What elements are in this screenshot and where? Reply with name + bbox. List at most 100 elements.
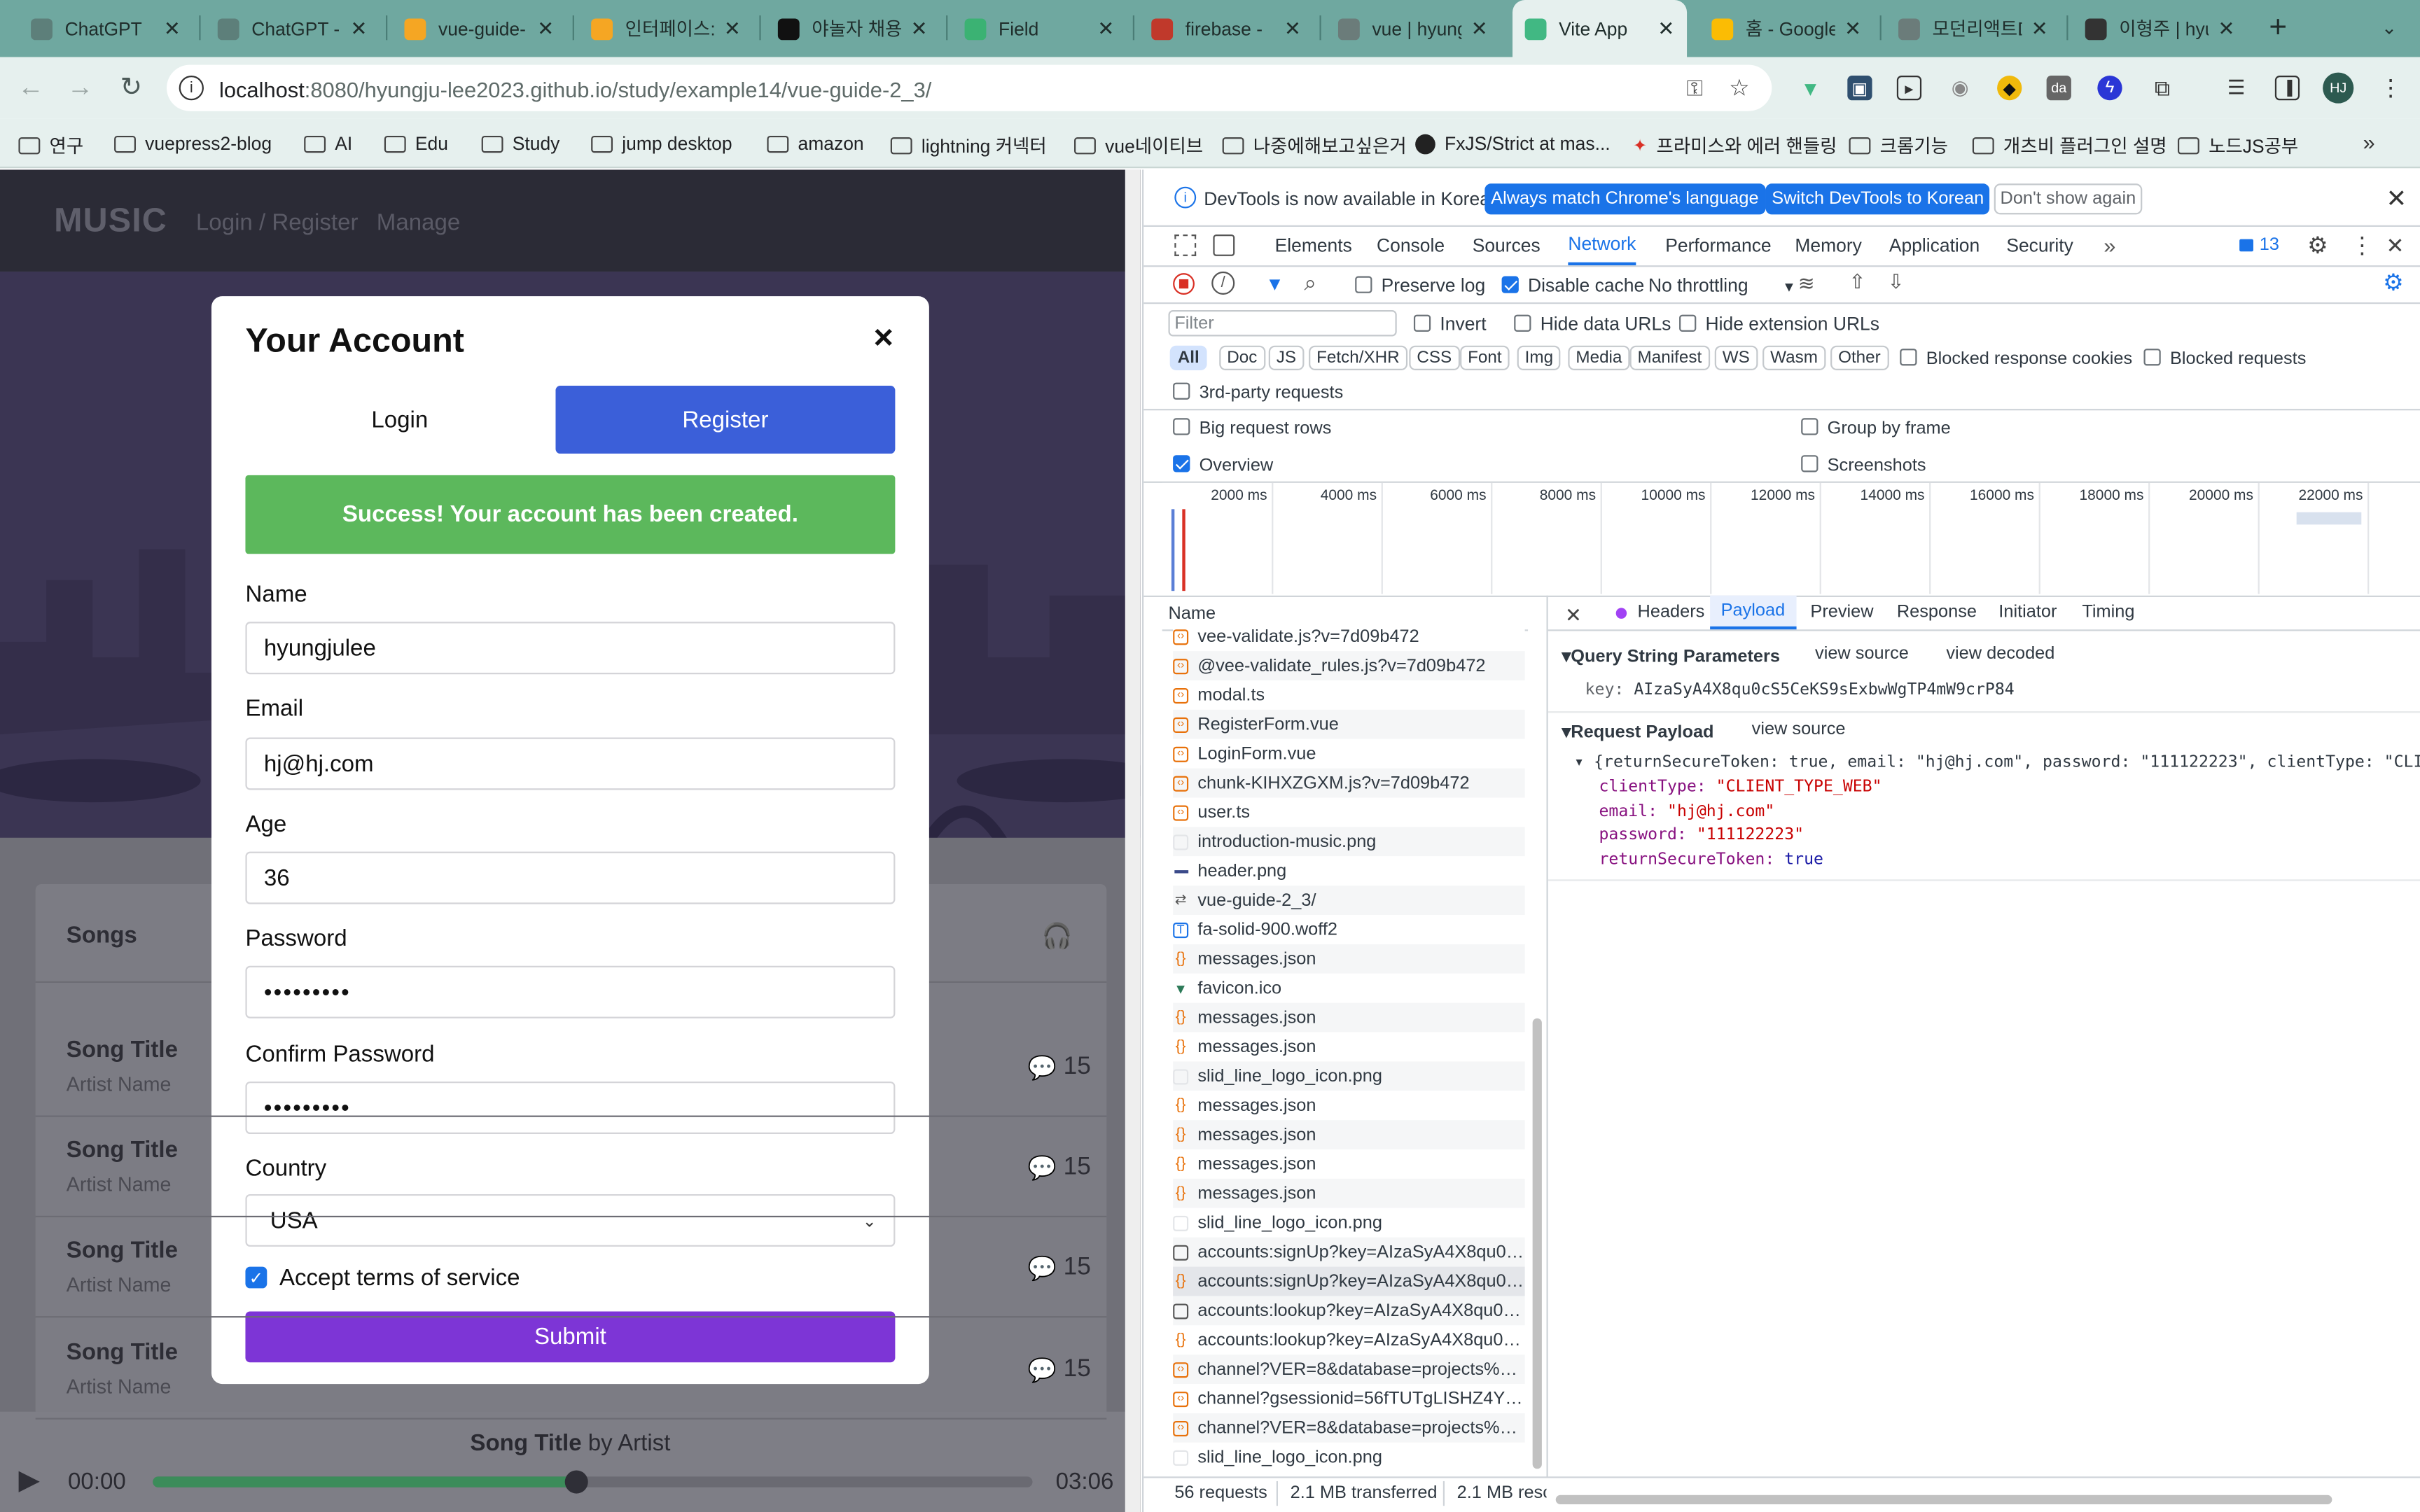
- song-item[interactable]: Song Title Artist Name 💬 15: [35, 1324, 1107, 1420]
- bookmark-item[interactable]: ✦ 프라미스와 에러 핸들링: [1633, 133, 1837, 159]
- request-row[interactable]: {} accounts:lookup?key=AIzaSyA4X8qu0cS...: [1173, 1325, 1525, 1355]
- tab-close-icon[interactable]: ✕: [1657, 16, 1674, 41]
- bookmark-item[interactable]: FxJS/Strict at mas...: [1415, 133, 1611, 154]
- side-panel-icon[interactable]: ▐: [2274, 76, 2300, 101]
- record-stop-icon[interactable]: [1173, 273, 1195, 295]
- password-key-icon[interactable]: ⚿: [1682, 75, 1706, 100]
- back-button[interactable]: ←: [13, 69, 50, 106]
- inspect-element-icon[interactable]: [1174, 234, 1197, 256]
- bookmark-item[interactable]: 노드JS공부: [2177, 133, 2298, 159]
- song-item[interactable]: Song Title Artist Name 💬 15: [35, 1222, 1107, 1318]
- browser-tab[interactable]: 인터페이스: ✕: [579, 0, 753, 57]
- request-row[interactable]: {} messages.json: [1173, 1120, 1525, 1150]
- progress-handle[interactable]: [564, 1470, 587, 1494]
- request-row[interactable]: {} messages.json: [1173, 1091, 1525, 1121]
- devtools-panel-tab[interactable]: Network: [1568, 225, 1636, 266]
- devtools-panel-tab[interactable]: Sources: [1473, 225, 1541, 265]
- request-row[interactable]: {} messages.json: [1173, 1032, 1525, 1062]
- qsp-view-source[interactable]: view source: [1815, 645, 1909, 663]
- song-title[interactable]: Song Title: [67, 1339, 178, 1365]
- bookmark-item[interactable]: 크롬기능: [1849, 133, 1948, 159]
- third-party-checkbox[interactable]: 3rd-party requests: [1173, 382, 1343, 402]
- tab-close-icon[interactable]: ✕: [1284, 16, 1301, 41]
- type-filter-css[interactable]: CSS: [1409, 345, 1460, 370]
- song-item[interactable]: Song Title Artist Name 💬 15: [35, 1121, 1107, 1218]
- detail-tab-preview[interactable]: Preview: [1800, 596, 1884, 629]
- bookmark-item[interactable]: vuepress2-blog: [114, 133, 272, 154]
- devtools-panel-tab[interactable]: Memory: [1795, 225, 1862, 265]
- devtools-panel-tab[interactable]: Application: [1889, 225, 1980, 265]
- request-row[interactable]: ‹› channel?VER=8&database=projects%2F...: [1173, 1354, 1525, 1385]
- bookmark-item[interactable]: Study: [481, 133, 559, 154]
- bookmark-item[interactable]: amazon: [767, 133, 864, 154]
- timeline-selection[interactable]: [2296, 512, 2362, 525]
- request-row[interactable]: header.png: [1173, 856, 1525, 886]
- tab-close-icon[interactable]: ✕: [2031, 16, 2048, 41]
- detail-tab-headers[interactable]: Headers: [1605, 596, 1716, 629]
- settings-gear-icon[interactable]: ⚙: [2307, 232, 2328, 259]
- devtools-panel-tab[interactable]: Elements: [1275, 225, 1352, 265]
- vue-devtools-icon[interactable]: ▼: [1798, 76, 1823, 100]
- request-row[interactable]: {} messages.json: [1173, 1178, 1525, 1208]
- bookmark-item[interactable]: jump desktop: [591, 133, 732, 154]
- bookmark-item[interactable]: Edu: [384, 133, 448, 154]
- name-field[interactable]: hyungjulee: [245, 622, 896, 675]
- type-filter-fetchxhr[interactable]: Fetch/XHR: [1309, 345, 1407, 370]
- request-list-scrollbar[interactable]: [1532, 1018, 1542, 1469]
- dont-show-again-button[interactable]: Don't show again: [1994, 183, 2143, 215]
- type-filter-media[interactable]: Media: [1568, 345, 1630, 370]
- device-toolbar-icon[interactable]: [1213, 234, 1235, 256]
- bookmark-item[interactable]: 개츠비 플러그인 설명: [1972, 133, 2167, 159]
- request-row[interactable]: ‹› channel?gsessionid=56fTUTgLISHZ4YzO...: [1173, 1384, 1525, 1413]
- qsp-toggle[interactable]: ▾Query String Parameters: [1562, 645, 1780, 666]
- browser-tab[interactable]: ChatGPT - ✕: [205, 0, 380, 57]
- request-row[interactable]: ⇄ vue-guide-2_3/: [1173, 886, 1525, 916]
- extension-desk-icon[interactable]: ▣: [1847, 76, 1872, 101]
- song-item[interactable]: Song Title Artist Name 💬 15: [35, 1021, 1107, 1117]
- song-title[interactable]: Song Title: [67, 1137, 178, 1163]
- overview-checkbox[interactable]: Overview: [1173, 455, 1273, 475]
- close-icon[interactable]: ×: [874, 318, 893, 358]
- request-row[interactable]: {} messages.json: [1173, 1149, 1525, 1179]
- browser-tab[interactable]: vue | hyung ✕: [1326, 0, 1500, 57]
- blocked-cookies-checkbox[interactable]: Blocked response cookies: [1900, 349, 2132, 369]
- request-row[interactable]: accounts:lookup?key=AIzaSyA4X8qu0cS...: [1173, 1296, 1525, 1326]
- extensions-puzzle-icon[interactable]: ⧉: [2150, 75, 2174, 100]
- tab-register[interactable]: Register: [555, 386, 896, 454]
- request-row[interactable]: Tfa-solid-900.woff2: [1173, 915, 1525, 944]
- nav-manage[interactable]: Manage: [377, 210, 461, 236]
- song-title[interactable]: Song Title: [67, 1238, 178, 1264]
- type-filter-img[interactable]: Img: [1517, 345, 1562, 370]
- bookmark-item[interactable]: 연구: [18, 133, 83, 159]
- match-language-button[interactable]: Always match Chrome's language: [1484, 183, 1765, 215]
- devtools-menu-icon[interactable]: ⋮: [2351, 232, 2374, 259]
- tab-close-icon[interactable]: ✕: [351, 16, 368, 41]
- type-filter-manifest[interactable]: Manifest: [1629, 345, 1710, 370]
- payload-summary[interactable]: ▾ {returnSecureToken: true, email: "hj@h…: [1574, 753, 2420, 771]
- hide-extension-urls-checkbox[interactable]: Hide extension URLs: [1679, 313, 1879, 335]
- nav-login-register[interactable]: Login / Register: [196, 210, 359, 236]
- browser-menu-icon[interactable]: ⋮: [2379, 76, 2403, 102]
- extension-camera-icon[interactable]: ◉: [1948, 76, 1973, 100]
- browser-tab[interactable]: 이형주 | hyu ✕: [2073, 0, 2247, 57]
- tab-close-icon[interactable]: ✕: [2218, 16, 2234, 41]
- switch-korean-button[interactable]: Switch DevTools to Korean: [1765, 183, 1991, 215]
- extension-da-icon[interactable]: da: [2046, 76, 2071, 101]
- type-filter-all[interactable]: All: [1169, 345, 1207, 370]
- request-row[interactable]: ‹› RegisterForm.vue: [1173, 709, 1525, 739]
- email-field[interactable]: hj@hj.com: [245, 737, 896, 790]
- type-filter-font[interactable]: Font: [1460, 345, 1510, 370]
- request-row[interactable]: ‹› user.ts: [1173, 797, 1525, 827]
- request-row[interactable]: ‹› @vee-validate_rules.js?v=7d09b472: [1173, 651, 1525, 681]
- reading-list-icon[interactable]: ☰: [2224, 76, 2248, 100]
- close-banner-icon[interactable]: ✕: [2386, 183, 2407, 214]
- export-har-icon[interactable]: ⇩: [1888, 270, 1905, 295]
- request-row[interactable]: accounts:signUp?key=AIzaSyA4X8qu0c...: [1173, 1237, 1525, 1267]
- request-row[interactable]: {} messages.json: [1173, 1002, 1525, 1032]
- new-tab-button[interactable]: +: [2262, 10, 2293, 43]
- browser-tab[interactable]: 야놀자 채용: ✕: [765, 0, 940, 57]
- payload-toggle[interactable]: ▾Request Payload: [1562, 720, 1714, 742]
- request-row[interactable]: slid_line_logo_icon.png: [1173, 1061, 1525, 1091]
- bookmark-star-icon[interactable]: ☆: [1727, 76, 1751, 102]
- hide-data-urls-checkbox[interactable]: Hide data URLs: [1514, 313, 1671, 335]
